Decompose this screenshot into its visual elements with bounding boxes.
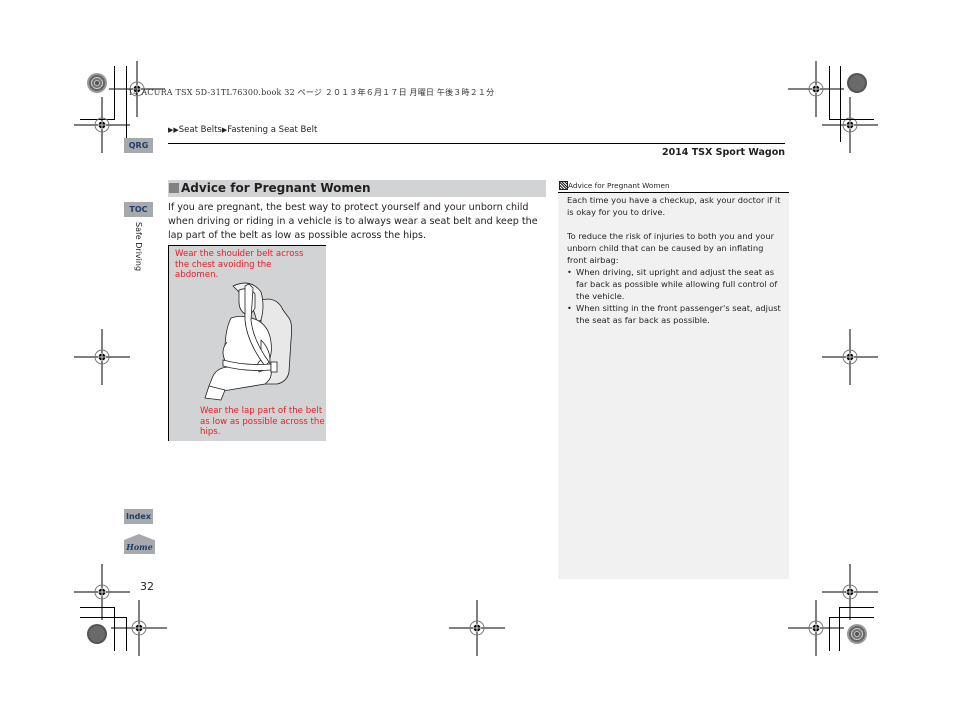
sidebar-note: Advice for Pregnant Women Each time you … — [558, 179, 789, 579]
color-target-icon — [87, 624, 107, 644]
list-item: • When sitting in the front passenger's s… — [567, 302, 782, 326]
registration-target-icon — [74, 329, 130, 385]
home-tab-label: Home — [124, 540, 155, 554]
breadcrumb-fastening-seat-belt[interactable]: Fastening a Seat Belt — [227, 125, 317, 135]
bullet-text: When driving, sit upright and adjust the… — [576, 267, 778, 301]
registration-target-icon — [822, 329, 878, 385]
registration-target-icon — [449, 600, 505, 656]
page-number: 32 — [140, 580, 154, 593]
bullet-icon: • — [567, 267, 572, 277]
model-title: 2014 TSX Sport Wagon — [661, 147, 785, 158]
toc-tab[interactable]: TOC — [124, 202, 153, 217]
home-tab[interactable]: Home — [124, 534, 155, 554]
breadcrumb-arrow-icon: ▶▶ — [168, 126, 179, 134]
pregnant-woman-seatbelt-illustration — [204, 282, 293, 401]
section-body: If you are pregnant, the best way to pro… — [168, 202, 538, 242]
registration-target-icon — [111, 600, 167, 656]
breadcrumb-seat-belts[interactable]: Seat Belts — [179, 125, 222, 135]
color-target-icon — [87, 73, 107, 93]
qrg-tab[interactable]: QRG — [124, 138, 153, 153]
illustration-panel: Wear the shoulder belt across the chest … — [168, 245, 326, 441]
callout-shoulder-belt: Wear the shoulder belt across the chest … — [175, 249, 304, 280]
list-item: • When driving, sit upright and adjust th… — [567, 266, 782, 302]
sidebar-title: Advice for Pregnant Women — [568, 181, 670, 190]
bullet-icon: • — [567, 303, 572, 313]
print-job-line: 14 ACURA TSX 5D-31TL76300.book 32 ページ ２０… — [128, 88, 495, 97]
callout-lap-belt: Wear the lap part of the belt as low as … — [200, 406, 325, 437]
index-tab[interactable]: Index — [124, 509, 153, 524]
bullet-text: When sitting in the front passenger's se… — [576, 303, 781, 325]
section-heading: Advice for Pregnant Women — [168, 180, 546, 197]
sidebar-paragraph: To reduce the risk of injuries to both y… — [567, 231, 775, 265]
note-marker-icon — [559, 181, 568, 190]
registration-target-icon — [788, 600, 844, 656]
header-rule — [168, 143, 785, 144]
color-target-icon — [847, 624, 867, 644]
breadcrumb: ▶▶Seat Belts▶Fastening a Seat Belt — [168, 125, 317, 135]
heading-square-icon — [169, 183, 179, 193]
registration-target-icon — [74, 97, 130, 153]
sidebar-paragraph: Each time you have a checkup, ask your d… — [567, 195, 781, 217]
section-title: Advice for Pregnant Women — [181, 181, 371, 195]
sidebar-header: Advice for Pregnant Women — [558, 179, 789, 193]
color-target-icon — [847, 73, 867, 93]
chapter-label: Safe Driving — [134, 222, 143, 272]
sidebar-body: Each time you have a checkup, ask your d… — [567, 194, 782, 326]
sidebar-bullets: • When driving, sit upright and adjust th… — [567, 266, 782, 326]
